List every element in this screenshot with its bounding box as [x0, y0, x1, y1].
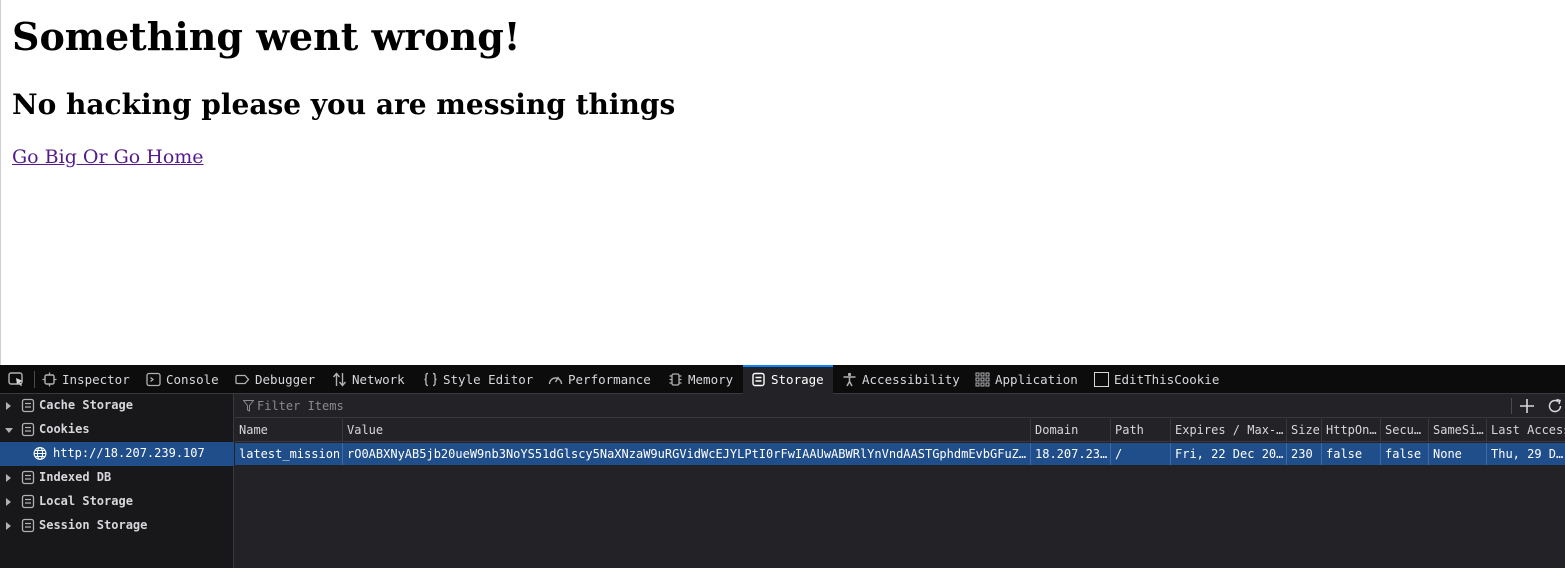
grid-dots-icon: [975, 372, 990, 387]
cell-name[interactable]: latest_mission: [235, 443, 342, 465]
tab-style-editor[interactable]: Style Editor: [423, 365, 535, 394]
tab-label: Application: [995, 372, 1078, 387]
devtools-toolbar: Inspector Console Debugger Network Style…: [0, 365, 1565, 394]
memory-chip-icon: [669, 373, 682, 386]
blank-extension-icon: [1094, 372, 1109, 387]
tab-performance[interactable]: Performance: [548, 365, 658, 394]
storage-icon: [21, 398, 35, 413]
tab-memory[interactable]: Memory: [668, 365, 740, 394]
column-header-httponly[interactable]: HttpOn…: [1321, 419, 1380, 442]
tab-label: EditThisCookie: [1114, 372, 1220, 387]
web-page-content: Something went wrong! No hacking please …: [0, 0, 1565, 365]
table-row[interactable]: latest_mission rO0ABXNyAB5jb20ueW9nb3NoY…: [235, 443, 1565, 465]
sidebar-item-cookie-host[interactable]: http://18.207.239.107: [0, 442, 234, 466]
tab-storage[interactable]: Storage: [743, 365, 833, 394]
storage-icon: [752, 372, 765, 387]
storage-tree-sidebar: Cache Storage Cookies http://18.207.239.…: [0, 394, 234, 568]
network-icon: [332, 372, 347, 387]
storage-icon: [21, 494, 35, 509]
braces-icon: [424, 372, 437, 387]
column-header-size[interactable]: Size: [1286, 419, 1321, 442]
column-header-last-access[interactable]: Last Access: [1486, 419, 1565, 442]
go-big-link[interactable]: Go Big Or Go Home: [12, 146, 204, 168]
storage-icon: [21, 422, 35, 437]
expand-arrow-icon[interactable]: [6, 522, 11, 530]
sidebar-item-label: Cookies: [39, 422, 90, 436]
sidebar-item-label: Indexed DB: [39, 470, 112, 484]
toolbar-separator: [34, 371, 35, 388]
cell-samesite[interactable]: None: [1428, 443, 1486, 465]
table-header-row: Name Value Domain Path Expires / Max-… S…: [235, 419, 1565, 442]
tab-label: Style Editor: [443, 372, 534, 387]
devtools-panel: Inspector Console Debugger Network Style…: [0, 365, 1565, 568]
tab-editthiscookie[interactable]: EditThisCookie: [1094, 365, 1224, 394]
sidebar-item-label: Local Storage: [39, 494, 133, 508]
tab-inspector[interactable]: Inspector: [42, 365, 136, 394]
accessibility-person-icon: [843, 372, 856, 387]
filter-bar-separator: [1511, 398, 1512, 414]
cell-httponly[interactable]: false: [1321, 443, 1380, 465]
column-header-value[interactable]: Value: [342, 419, 1030, 442]
sidebar-item-label: Session Storage: [39, 518, 148, 532]
filter-bar: [235, 394, 1565, 418]
filter-items-input[interactable]: [257, 397, 1497, 415]
tab-label: Performance: [568, 372, 651, 387]
console-icon: [146, 372, 161, 387]
refresh-icon[interactable]: [1546, 397, 1564, 415]
storage-icon: [21, 518, 35, 533]
tab-label: Network: [352, 372, 405, 387]
column-header-path[interactable]: Path: [1110, 419, 1170, 442]
tab-debugger[interactable]: Debugger: [235, 365, 323, 394]
tab-application[interactable]: Application: [975, 365, 1083, 394]
tab-label: Storage: [771, 372, 824, 387]
sidebar-item-session-storage[interactable]: Session Storage: [0, 514, 234, 538]
gauge-icon: [548, 376, 563, 385]
sidebar-item-label: Cache Storage: [39, 398, 133, 412]
sidebar-item-label: http://18.207.239.107: [53, 446, 205, 460]
sidebar-item-cache-storage[interactable]: Cache Storage: [0, 394, 234, 418]
element-picker-icon[interactable]: [8, 372, 25, 387]
sidebar-item-local-storage[interactable]: Local Storage: [0, 490, 234, 514]
error-subheading: No hacking please you are messing things: [12, 88, 676, 121]
sidebar-item-cookies[interactable]: Cookies: [0, 418, 234, 442]
column-header-secure[interactable]: Secu…: [1380, 419, 1428, 442]
filter-funnel-icon: [243, 400, 254, 412]
column-header-name[interactable]: Name: [235, 419, 342, 442]
collapse-arrow-icon[interactable]: [5, 428, 13, 433]
tab-label: Memory: [688, 372, 734, 387]
cell-value[interactable]: rO0ABXNyAB5jb20ueW9nb3NoYS51dGlscy5NaXNz…: [342, 443, 1030, 465]
globe-icon: [33, 447, 47, 460]
tab-console[interactable]: Console: [146, 365, 226, 394]
sidebar-item-indexed-db[interactable]: Indexed DB: [0, 466, 234, 490]
storage-icon: [21, 470, 35, 485]
cell-expires[interactable]: Fri, 22 Dec 20…: [1170, 443, 1286, 465]
storage-table-pane: Name Value Domain Path Expires / Max-… S…: [235, 394, 1565, 568]
expand-arrow-icon[interactable]: [6, 474, 11, 482]
error-heading: Something went wrong!: [12, 14, 521, 59]
add-item-plus-icon[interactable]: [1518, 397, 1536, 415]
tab-label: Inspector: [62, 372, 130, 387]
tab-network[interactable]: Network: [332, 365, 412, 394]
cell-path[interactable]: /: [1110, 443, 1170, 465]
expand-arrow-icon[interactable]: [6, 498, 11, 506]
cell-size[interactable]: 230: [1286, 443, 1321, 465]
debugger-icon: [235, 374, 250, 385]
tab-accessibility[interactable]: Accessibility: [842, 365, 964, 394]
cell-last-access[interactable]: Thu, 29 Dec: [1486, 443, 1565, 465]
tab-label: Console: [166, 372, 219, 387]
expand-arrow-icon[interactable]: [6, 402, 11, 410]
column-header-expires[interactable]: Expires / Max-…: [1170, 419, 1286, 442]
tab-label: Debugger: [255, 372, 316, 387]
cell-domain[interactable]: 18.207.23…: [1030, 443, 1110, 465]
tab-label: Accessibility: [862, 372, 960, 387]
column-header-domain[interactable]: Domain: [1030, 419, 1110, 442]
column-header-samesite[interactable]: SameSi…: [1428, 419, 1486, 442]
cell-secure[interactable]: false: [1380, 443, 1428, 465]
inspector-icon: [42, 372, 57, 387]
